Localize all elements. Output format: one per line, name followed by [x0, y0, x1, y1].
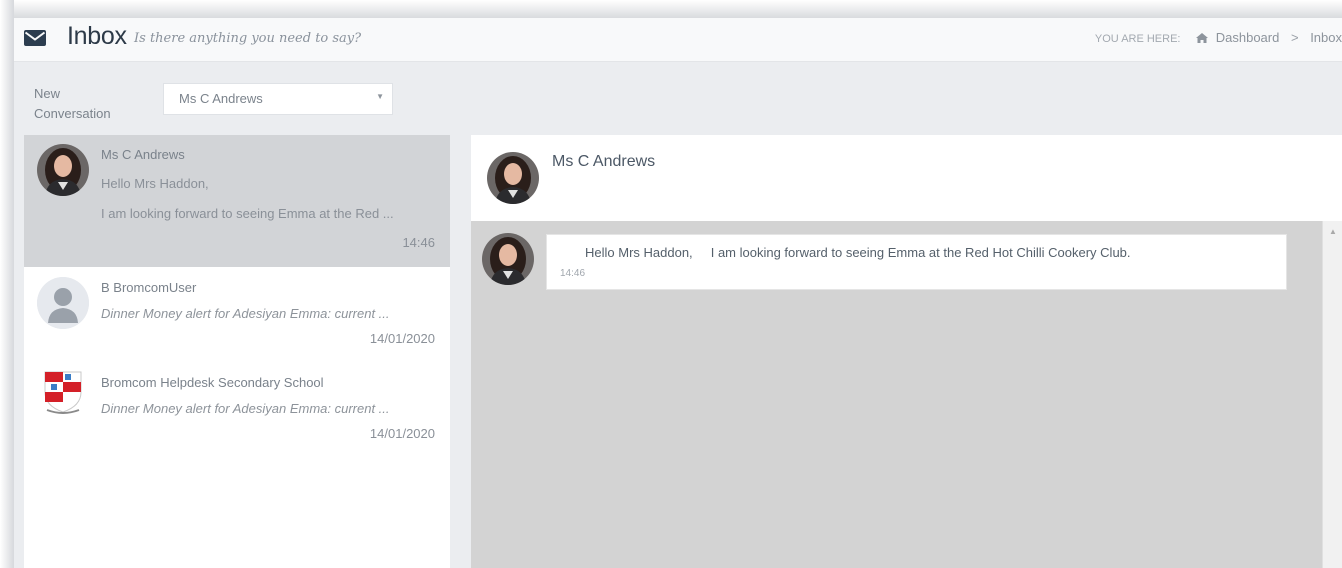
conversation-name: Ms C Andrews	[101, 147, 185, 162]
page-header: Inbox Is there anything you need to say?…	[14, 18, 1342, 62]
chat-panel: Ms C Andrews Hello Mrs Haddon, I am look…	[471, 135, 1342, 568]
woman-photo-avatar	[487, 152, 539, 204]
breadcrumb-separator: >	[1290, 30, 1299, 45]
frame-shadow-left	[0, 0, 14, 568]
message-time: 14:46	[560, 268, 586, 279]
breadcrumb-label: YOU ARE HERE:	[1094, 33, 1181, 45]
message-sender-avatar	[482, 233, 534, 285]
recipient-select-value: Ms C Andrews	[179, 91, 263, 106]
conversation-list: Ms C Andrews Hello Mrs Haddon, I am look…	[24, 135, 450, 568]
conversation-preview-line1: Dinner Money alert for Adesiyan Emma: cu…	[101, 401, 390, 416]
home-icon	[1196, 33, 1209, 43]
new-conversation-label: New Conversation	[34, 86, 111, 121]
chat-header: Ms C Andrews	[471, 135, 1342, 221]
chat-contact-name: Ms C Andrews	[552, 153, 656, 170]
conversation-preview-line1: Dinner Money alert for Adesiyan Emma: cu…	[101, 306, 390, 321]
page-title: Inbox	[67, 22, 127, 50]
conversation-item-bromcomuser[interactable]: B BromcomUser Dinner Money alert for Ade…	[24, 267, 450, 362]
conversation-preview-line2: I am looking forward to seeing Emma at t…	[101, 206, 394, 221]
conversation-time: 14/01/2020	[369, 426, 435, 441]
conversation-name: B BromcomUser	[101, 280, 197, 295]
inbox-app: Inbox Is there anything you need to say?…	[14, 18, 1342, 568]
school-crest-avatar	[37, 366, 89, 418]
recipient-select[interactable]: Ms C Andrews ▼	[163, 83, 393, 115]
woman-photo-avatar	[37, 144, 89, 196]
screenshot-frame: Inbox Is there anything you need to say?…	[0, 0, 1342, 568]
conversation-item-helpdesk[interactable]: Bromcom Helpdesk Secondary School Dinner…	[24, 362, 450, 457]
page-subtitle: Is there anything you need to say?	[134, 31, 362, 46]
scroll-up-icon[interactable]: ▲	[1329, 227, 1337, 236]
message-text: Hello Mrs Haddon, I am looking forward t…	[585, 245, 1131, 260]
envelope-icon	[24, 30, 46, 46]
breadcrumb-dashboard-link[interactable]: Dashboard	[1216, 30, 1280, 45]
conversation-time: 14/01/2020	[369, 331, 435, 346]
frame-shadow-top	[0, 0, 1342, 18]
conversation-time: 14:46	[402, 235, 435, 250]
chat-scrollbar[interactable]: ▲	[1322, 221, 1342, 568]
default-user-avatar	[37, 277, 89, 329]
conversation-name: Bromcom Helpdesk Secondary School	[101, 375, 324, 390]
breadcrumb-inbox: Inbox	[1310, 30, 1342, 45]
conversation-preview-line1: Hello Mrs Haddon,	[101, 176, 209, 191]
conversation-item-andrews[interactable]: Ms C Andrews Hello Mrs Haddon, I am look…	[24, 135, 450, 267]
chevron-down-icon: ▼	[376, 92, 384, 101]
breadcrumb: YOU ARE HERE: Dashboard > Inbox	[1095, 30, 1342, 45]
message-bubble: Hello Mrs Haddon, I am looking forward t…	[546, 234, 1287, 290]
